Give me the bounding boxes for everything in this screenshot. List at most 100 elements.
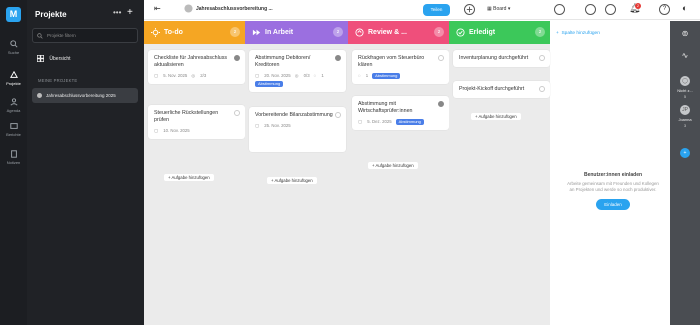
review-icon (355, 28, 364, 37)
column-header[interactable]: Review & ... 2 (348, 21, 449, 44)
project-label: Jahresabschlussvorbereitung 2025 (46, 93, 116, 98)
task-tag: Abstimmung (255, 81, 284, 87)
rail-item-notes[interactable]: Notizen (0, 150, 27, 165)
add-icon[interactable] (464, 4, 475, 15)
section-label: MEINE PROJEKTE (38, 78, 78, 83)
add-task-label: Aufgabe hinzufügen (171, 175, 210, 180)
overview-link[interactable]: Übersicht (37, 55, 71, 62)
invite-button[interactable]: Einladen (596, 199, 630, 210)
chevron-down-icon: ▾ (506, 6, 511, 12)
task-date: 5. Dez. 2025 (367, 119, 392, 124)
share-button[interactable]: Teilen (423, 4, 450, 16)
add-column-button[interactable]: + Spalte hinzufügen (556, 31, 600, 36)
add-member-icon[interactable]: + (680, 148, 690, 158)
task-comments: 1 (365, 73, 369, 78)
app-logo[interactable]: M (6, 7, 21, 22)
rail-item-label: Notizen (6, 160, 21, 165)
add-task-label: Aufgabe hinzufügen (375, 163, 414, 168)
column-title: Erledigt (469, 29, 496, 36)
help-icon[interactable]: ? (659, 4, 670, 15)
task-check-icon[interactable] (234, 110, 240, 116)
view-switcher[interactable]: ▦ Board ▾ (487, 6, 510, 12)
task-card[interactable]: Vorbereitende Bilanzabstimmung ▢ 25. Nov… (249, 107, 346, 152)
task-check-icon[interactable] (438, 55, 444, 61)
project-title[interactable]: Jahresabschlussvorbereitung ... (196, 6, 273, 12)
calendar-icon: ▢ (154, 73, 160, 78)
task-card[interactable]: Checkliste für Jahresabschluss aktualisi… (148, 50, 245, 84)
task-subtasks: 2/3 (200, 73, 207, 78)
calendar-icon: ▢ (255, 73, 261, 78)
search-placeholder: Projekte filtern (47, 33, 76, 38)
task-meta: ▢ 5. Nov. 2025 ◎ 2/3 (154, 73, 239, 79)
member-avatar[interactable]: JP (680, 105, 690, 115)
calendar-icon: ▢ (154, 128, 160, 133)
task-card[interactable]: Inventurplanung durchgeführt (453, 50, 550, 67)
calendar-icon: ▢ (358, 119, 364, 124)
add-task-button[interactable]: + Aufgabe hinzufügen (471, 113, 521, 120)
task-date: 10. Nov. 2025 (163, 128, 190, 133)
reports-icon (9, 123, 18, 129)
search-icon (37, 33, 43, 39)
project-filter-input[interactable]: Projekte filtern (32, 28, 138, 43)
search-icon[interactable] (554, 4, 565, 15)
comment-icon: ◌ (358, 73, 362, 78)
top-bar: ⇤ Jahresabschlussvorbereitung ... ▦ Boar… (144, 0, 700, 20)
more-icon[interactable]: ••• (113, 8, 121, 17)
task-card[interactable]: Abstimmung Debitoren/ Kreditoren ▢ 20. N… (249, 50, 346, 92)
invite-panel: Benutzer:innen einladen Arbeite gemeinsa… (556, 172, 670, 210)
unassigned-label: Nicht z... (677, 88, 693, 93)
task-check-icon[interactable] (539, 55, 545, 61)
column-title: Review & ... (368, 29, 407, 36)
task-tag: Abstimmung (395, 119, 424, 125)
activity-icon[interactable]: ∿ (670, 51, 700, 60)
task-check-icon[interactable] (438, 101, 444, 107)
task-card[interactable]: Projekt-Kickoff durchgeführt (453, 81, 550, 98)
rail-item-reports[interactable]: Berichte (0, 122, 27, 137)
task-meta: ◌ 1 Abstimmung (358, 73, 443, 79)
comment-icon: ◌ (313, 73, 318, 78)
search-icon (9, 40, 18, 48)
rail-item-label: Berichte (6, 132, 21, 137)
task-card[interactable]: Steuerliche Rückstellungen prüfen ▢ 10. … (148, 105, 245, 139)
profile-avatar-icon[interactable]: ◐ (682, 3, 687, 13)
rail-item-projects[interactable]: Projekte (0, 71, 27, 86)
add-task-button[interactable]: + Aufgabe hinzufügen (368, 162, 418, 169)
add-project-button[interactable]: + (127, 7, 133, 18)
collapse-sidebar-icon[interactable]: ⇤ (154, 4, 161, 13)
task-date: 5. Nov. 2025 (163, 73, 188, 78)
rail-item-agenda[interactable]: Agenda (0, 98, 27, 113)
sun-icon (151, 28, 160, 37)
task-title: Projekt-Kickoff durchgeführt (459, 86, 525, 92)
task-check-icon[interactable] (539, 86, 545, 92)
task-card[interactable]: Abstimmung mit Wirtschaftsprüfer:innen ▢… (352, 96, 449, 130)
project-avatar-icon (184, 4, 193, 15)
unassigned-avatar[interactable]: ◯ (680, 76, 690, 86)
agenda-icon (9, 98, 18, 106)
column-title: In Arbeit (265, 29, 294, 36)
app-rail: M Suche Projekte Agenda Berichte Notizen (0, 0, 27, 325)
rail-item-search[interactable]: Suche (0, 40, 27, 55)
column-count: 2 (434, 27, 444, 37)
add-task-button[interactable]: + Aufgabe hinzufügen (267, 177, 317, 184)
timer-icon[interactable] (585, 4, 596, 15)
project-sidebar: Projekte ••• + Projekte filtern Übersich… (27, 0, 144, 325)
checkmark-icon[interactable] (605, 4, 616, 15)
task-title: Checkliste für Jahresabschluss aktualisi… (154, 55, 228, 68)
task-check-icon[interactable] (234, 55, 240, 61)
view-label: Board (493, 6, 507, 12)
check-circle-icon (456, 28, 465, 37)
column-review: Review & ... 2 Rückfragen vom Steuerbüro… (348, 21, 449, 325)
column-header[interactable]: In Arbeit 2 (245, 21, 348, 44)
add-task-button[interactable]: + Aufgabe hinzufügen (164, 174, 214, 181)
task-comments: 1 (321, 73, 324, 78)
filter-icon[interactable]: ⊚ (670, 29, 700, 38)
project-item[interactable]: Jahresabschlussvorbereitung 2025 (32, 88, 138, 103)
member-name: Joanna (678, 117, 692, 122)
task-check-icon[interactable] (335, 55, 341, 61)
column-header[interactable]: Erledigt 2 (449, 21, 550, 44)
grid-icon (37, 55, 44, 62)
task-card[interactable]: Rückfragen vom Steuerbüro klären ◌ 1 Abst… (352, 50, 449, 84)
column-count: 2 (230, 27, 240, 37)
column-header[interactable]: To-do 2 (144, 21, 245, 44)
task-check-icon[interactable] (335, 112, 341, 118)
